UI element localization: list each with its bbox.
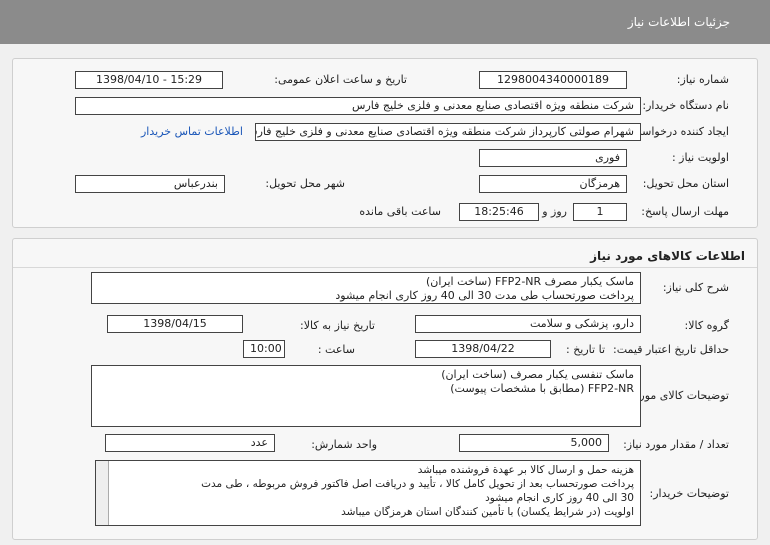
delivery-city-label: شهر محل تحویل: xyxy=(265,177,345,190)
need-date-label: تاریخ نیاز به کالا: xyxy=(300,319,375,332)
summary-line: پرداخت صورتحساب طی مدت 30 الی 40 روز کار… xyxy=(335,289,634,302)
buyer-notes-line: اولویت (در شرایط یکسان) با تأمین کنندگان… xyxy=(341,506,634,518)
need-date-field[interactable]: 1398/04/15 xyxy=(107,315,243,333)
remaining-text: ساعت باقی مانده xyxy=(359,205,441,218)
deadline-label: مهلت ارسال پاسخ: xyxy=(641,205,729,218)
goods-group-label: گروه کالا: xyxy=(684,319,729,332)
buyer-org-field[interactable]: شرکت منطقه ویژه اقتصادی صنایع معدنی و فل… xyxy=(75,97,641,115)
buyer-notes-line: هزینه حمل و ارسال کالا بر عهدة فروشنده م… xyxy=(417,464,634,476)
buyer-notes-label: توضیحات خریدار: xyxy=(649,487,730,500)
summary-field[interactable]: ماسک یکبار مصرف FFP2-NR (ساخت ایران) پرد… xyxy=(91,272,641,304)
deadline-time-field[interactable]: 18:25:46 xyxy=(459,203,539,221)
item-description-line: FFP2-NR (مطابق با مشخصات پیوست) xyxy=(450,382,634,395)
buyer-notes-field[interactable]: هزینه حمل و ارسال کالا بر عهدة فروشنده م… xyxy=(95,460,641,526)
buyer-notes-line: پرداخت صورتحساب بعد از تحویل کامل کالا ،… xyxy=(201,478,634,490)
unit-field[interactable]: عدد xyxy=(105,434,275,452)
priority-field[interactable]: فوری xyxy=(479,149,627,167)
unit-label: واحد شمارش: xyxy=(311,438,377,451)
min-price-validity-label: حداقل تاریخ اعتبار قیمت: xyxy=(613,343,729,356)
time-field[interactable]: 10:00 xyxy=(243,340,285,358)
summary-label: شرح کلی نیاز: xyxy=(662,281,729,294)
need-info-panel: شماره نیاز: 1298004340000189 تاریخ و ساع… xyxy=(12,58,758,228)
delivery-province-field[interactable]: هرمزگان xyxy=(479,175,627,193)
deadline-days-field[interactable]: 1 xyxy=(573,203,627,221)
to-date-field[interactable]: 1398/04/22 xyxy=(415,340,551,358)
summary-line: ماسک یکبار مصرف FFP2-NR (ساخت ایران) xyxy=(425,275,634,288)
buyer-notes-line: 30 الی 40 روز کاری انجام میشود xyxy=(485,492,634,504)
requester-label: ایجاد کننده درخواست: xyxy=(627,125,729,138)
requester-field[interactable]: شهرام صولتی کارپرداز شرکت منطقه ویژه اقت… xyxy=(255,123,641,141)
page-header: جزئیات اطلاعات نیاز xyxy=(0,0,770,44)
priority-label: اولویت نیاز : xyxy=(671,151,729,164)
buyer-contact-link[interactable]: اطلاعات تماس خریدار xyxy=(141,125,243,138)
days-text: روز و xyxy=(542,205,567,218)
to-date-label: تا تاریخ : xyxy=(566,343,605,356)
quantity-label: تعداد / مقدار مورد نیاز: xyxy=(623,438,729,451)
item-description-field[interactable]: ماسک تنفسی یکبار مصرف (ساخت ایران) FFP2-… xyxy=(91,365,641,427)
buyer-org-label: نام دستگاه خریدار: xyxy=(642,99,729,112)
page-title: جزئیات اطلاعات نیاز xyxy=(627,15,730,29)
delivery-city-field[interactable]: بندرعباس xyxy=(75,175,225,193)
announce-datetime-label: تاریخ و ساعت اعلان عمومی: xyxy=(274,73,407,86)
notes-scrollbar[interactable] xyxy=(96,461,109,525)
need-number-field[interactable]: 1298004340000189 xyxy=(479,71,627,89)
item-description-line: ماسک تنفسی یکبار مصرف (ساخت ایران) xyxy=(441,368,634,381)
goods-info-panel: اطلاعات کالاهای مورد نیاز شرح کلی نیاز: … xyxy=(12,238,758,540)
delivery-province-label: استان محل تحویل: xyxy=(642,177,729,190)
time-label: ساعت : xyxy=(317,343,355,356)
section-divider xyxy=(13,267,757,268)
need-number-label: شماره نیاز: xyxy=(676,73,729,86)
goods-group-field[interactable]: دارو، پزشکی و سلامت xyxy=(415,315,641,333)
goods-section-title: اطلاعات کالاهای مورد نیاز xyxy=(590,249,745,263)
quantity-field[interactable]: 5,000 xyxy=(459,434,609,452)
announce-datetime-field[interactable]: 1398/04/10 - 15:29 xyxy=(75,71,223,89)
